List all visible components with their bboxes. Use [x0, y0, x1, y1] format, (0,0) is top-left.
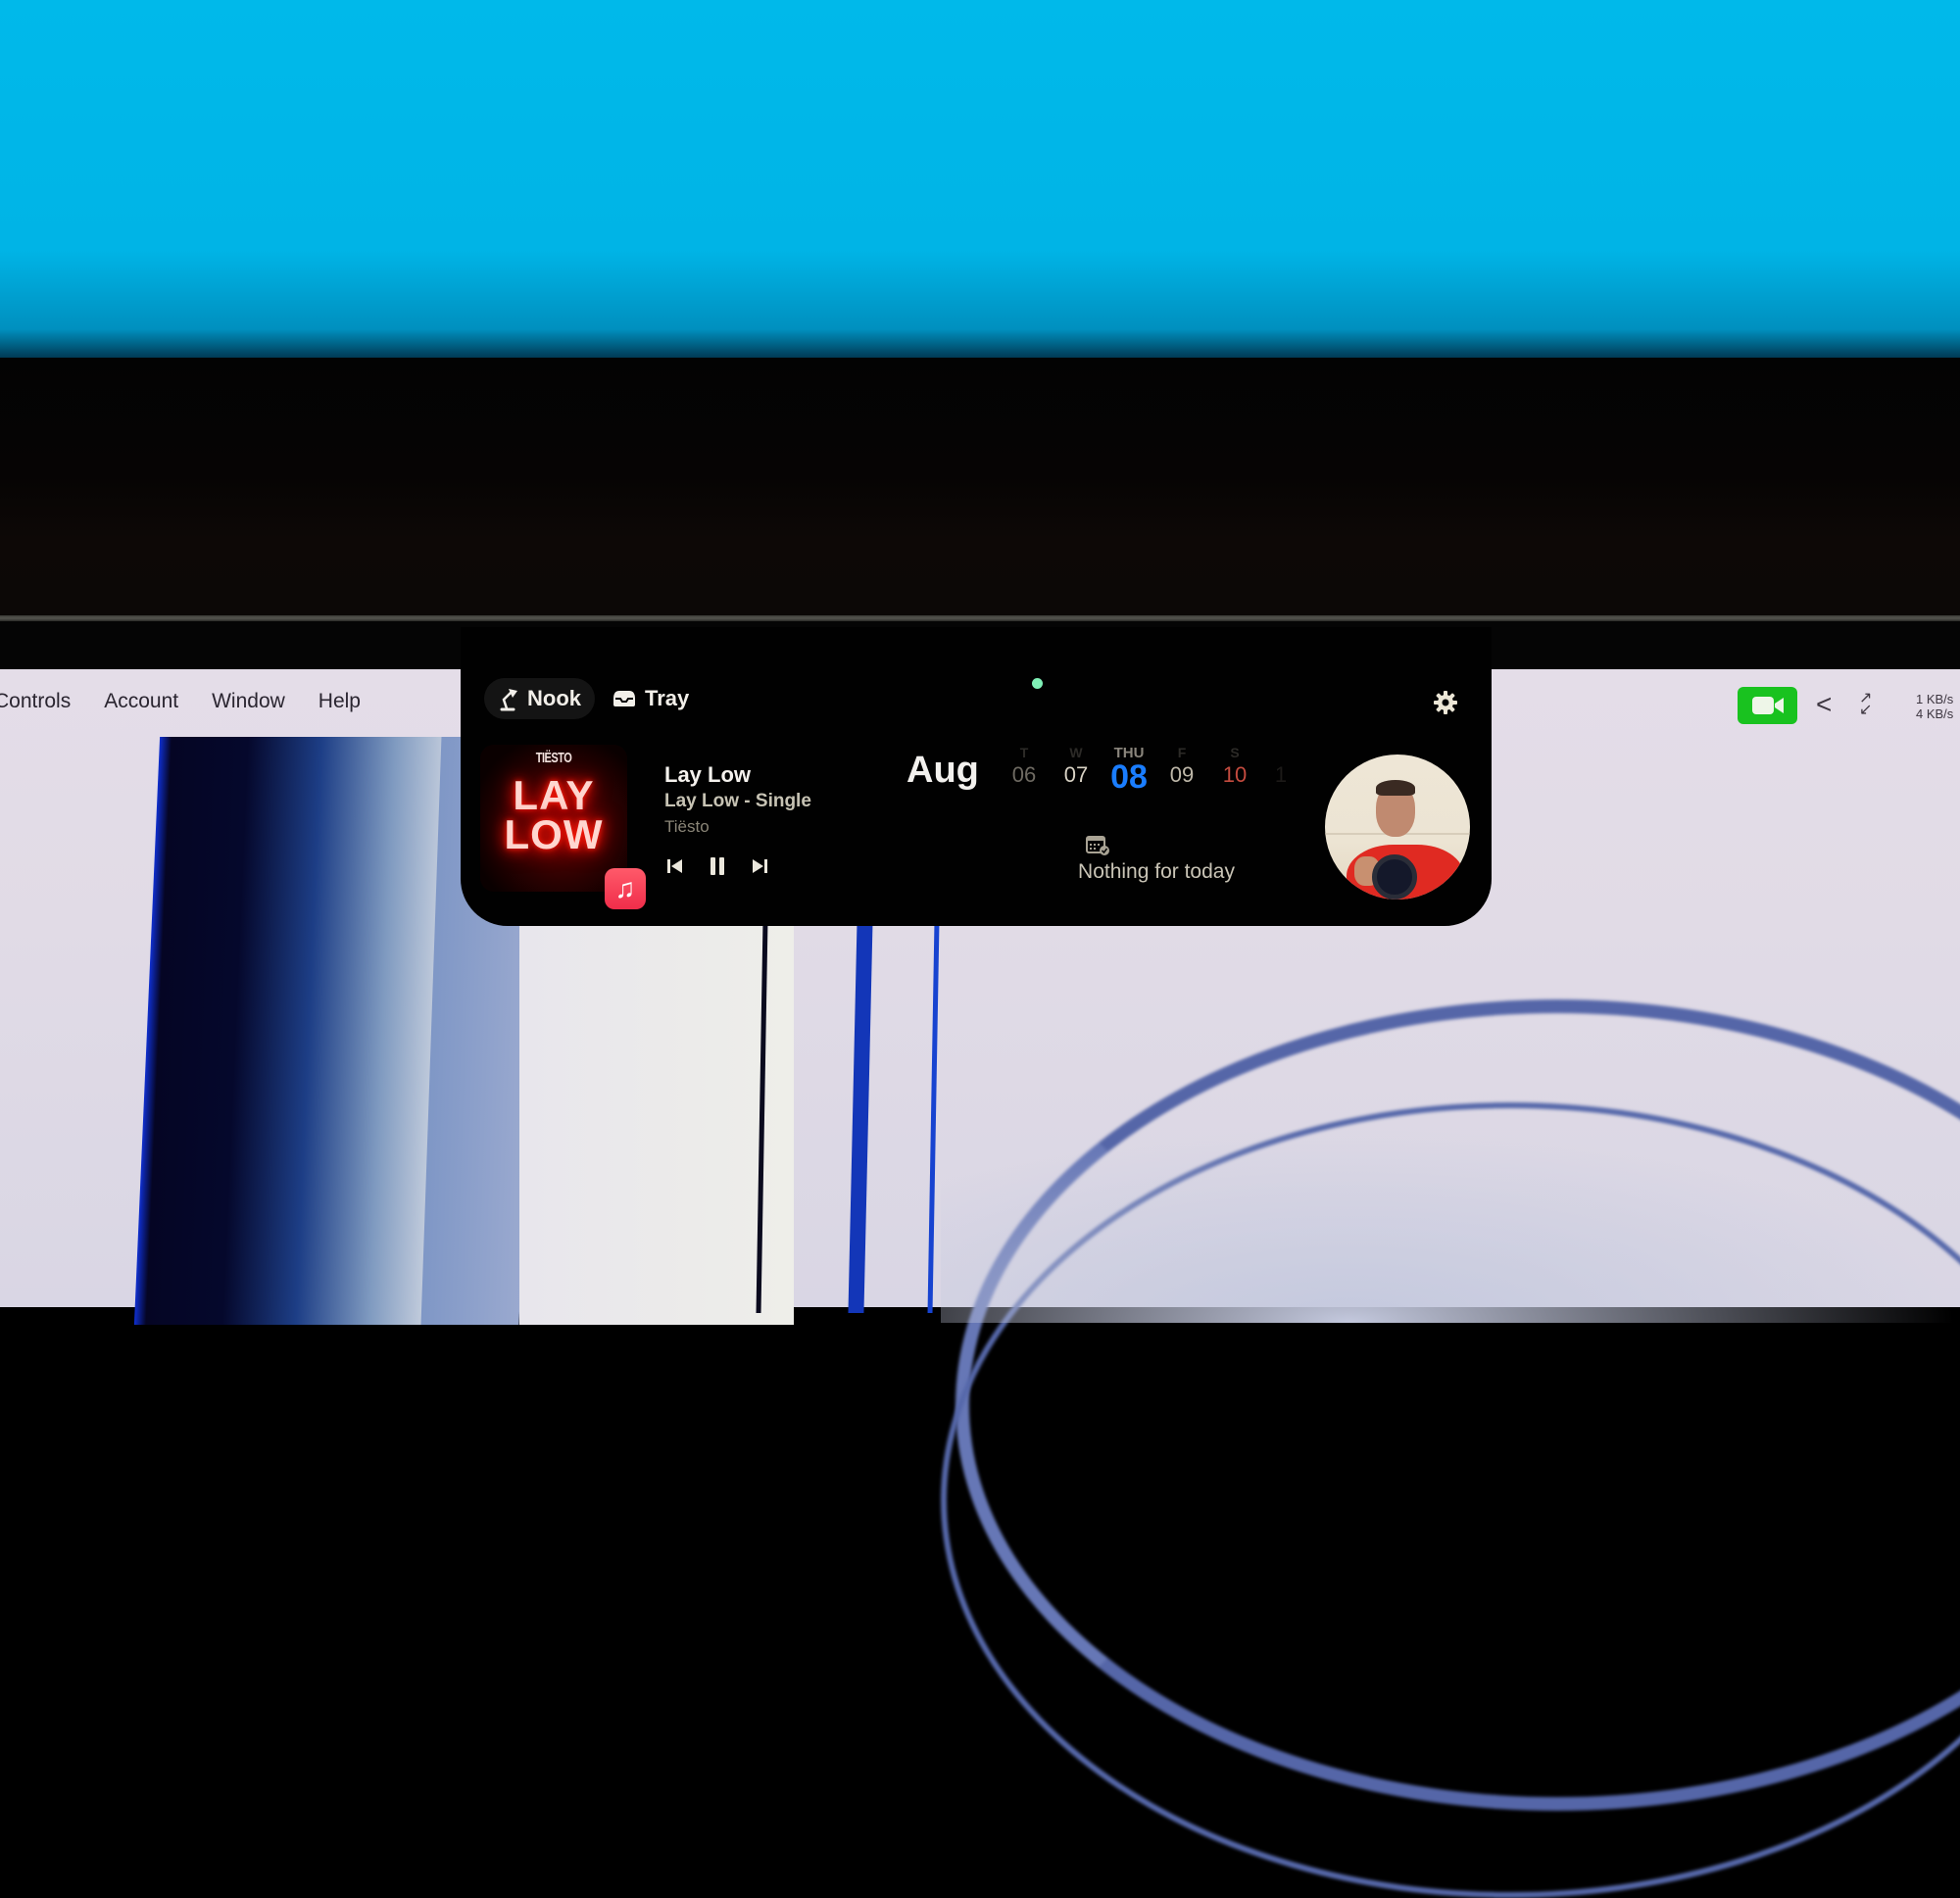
- calendar-check-icon: [1086, 836, 1109, 855]
- tab-nook-label: Nook: [527, 686, 581, 710]
- album-art-title-line1: LAY: [513, 772, 595, 818]
- expand-arrows-icon[interactable]: ↗ ↙: [1859, 691, 1872, 718]
- album-art-title: LAY LOW: [480, 772, 627, 857]
- wallpaper-stripe: [133, 737, 455, 1325]
- day-number: 06: [1011, 762, 1037, 787]
- next-icon: [753, 859, 767, 873]
- calendar-month: Aug: [906, 750, 979, 791]
- day-label: F: [1177, 745, 1187, 760]
- wallpaper-shade: [941, 1127, 1960, 1323]
- camera-mirror[interactable]: [1325, 754, 1470, 900]
- day-number: 09: [1169, 762, 1195, 787]
- apple-music-icon: ♫: [605, 868, 646, 909]
- track-artist: Tiësto: [664, 817, 710, 836]
- pause-icon: [710, 857, 724, 875]
- mirror-person-hair: [1376, 780, 1415, 796]
- tray-icon: [613, 691, 635, 706]
- day-number: 07: [1063, 762, 1089, 787]
- desk-lamp-icon: [500, 689, 517, 711]
- pause-button[interactable]: [710, 856, 725, 876]
- menu-bar: Controls Account Window Help: [0, 669, 461, 734]
- calendar-day[interactable]: W 07: [1052, 745, 1101, 788]
- chevron-left-icon[interactable]: <: [1816, 689, 1832, 720]
- menu-help[interactable]: Help: [318, 690, 361, 713]
- mirror-camera: [1372, 854, 1417, 900]
- menu-window[interactable]: Window: [212, 690, 285, 713]
- video-camera-icon: [1751, 697, 1784, 714]
- next-track-button[interactable]: [751, 858, 768, 874]
- network-speed: 1 KB/s 4 KB/s: [1916, 692, 1953, 721]
- day-number: 10: [1222, 762, 1248, 787]
- gear-icon[interactable]: [1433, 690, 1458, 715]
- facetime-status-button[interactable]: [1738, 687, 1797, 724]
- tab-nook[interactable]: Nook: [484, 678, 595, 719]
- calendar-day[interactable]: S 10: [1210, 745, 1259, 788]
- album-art-artist: TIËSTO: [535, 751, 572, 766]
- calendar-day[interactable]: T 06: [1000, 745, 1049, 788]
- calendar-day[interactable]: 1: [1256, 745, 1305, 788]
- calendar-empty-message: Nothing for today: [1078, 860, 1235, 883]
- day-label: S: [1230, 745, 1240, 760]
- tab-tray[interactable]: Tray: [598, 678, 703, 719]
- previous-track-button[interactable]: [666, 858, 684, 874]
- playback-controls: [666, 856, 794, 876]
- network-upload: 1 KB/s: [1916, 692, 1954, 706]
- network-download: 4 KB/s: [1916, 706, 1954, 721]
- previous-icon: [667, 859, 682, 873]
- background-dark: [0, 358, 1960, 617]
- day-label: [1256, 745, 1305, 762]
- album-art-title-line2: LOW: [504, 811, 604, 857]
- menu-account[interactable]: Account: [104, 690, 178, 713]
- background-wall: [0, 0, 1960, 358]
- tab-tray-label: Tray: [645, 686, 690, 710]
- calendar-day[interactable]: F 09: [1157, 745, 1206, 788]
- day-label: T: [1019, 745, 1029, 760]
- menu-controls[interactable]: Controls: [0, 690, 71, 713]
- notch-panel: Nook Tray TIËSTO LAY LOW ♫ Lay Low Lay L…: [461, 627, 1492, 926]
- day-number: 08: [1110, 758, 1148, 796]
- track-title: Lay Low: [664, 762, 752, 787]
- day-number: 1: [1274, 762, 1288, 787]
- calendar-day-today[interactable]: THU 08: [1104, 745, 1153, 797]
- day-label: W: [1069, 745, 1083, 760]
- camera-status-dot: [1032, 678, 1043, 689]
- album-art[interactable]: TIËSTO LAY LOW: [480, 745, 627, 892]
- track-album: Lay Low - Single: [664, 791, 811, 811]
